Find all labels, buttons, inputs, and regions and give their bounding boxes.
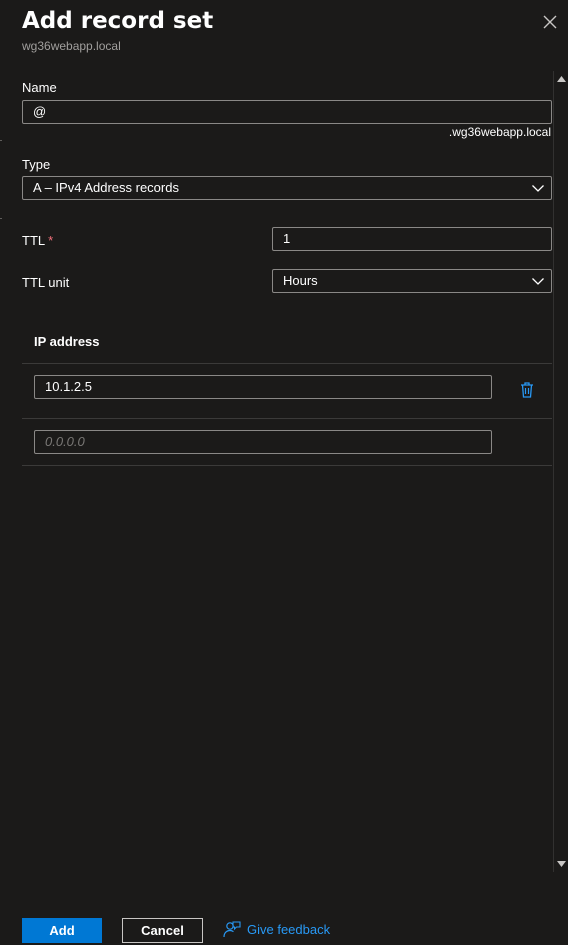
close-icon (543, 15, 557, 29)
panel-title: Add record set (22, 8, 214, 34)
chevron-down-icon (532, 278, 544, 285)
close-button[interactable] (540, 12, 560, 32)
zone-suffix: .wg36webapp.local (448, 125, 551, 139)
add-record-set-panel: Add record set wg36webapp.local Name @ .… (0, 0, 568, 945)
ttl-unit-label: TTL unit (22, 275, 70, 290)
type-label: Type (22, 157, 51, 172)
give-feedback-label: Give feedback (247, 922, 331, 937)
edge-mark (0, 218, 2, 219)
feedback-person-icon (223, 921, 241, 938)
table-divider (22, 363, 552, 364)
ip-address-column-header: IP address (34, 334, 100, 349)
scroll-up-icon[interactable] (557, 75, 566, 84)
panel-subtitle: wg36webapp.local (22, 39, 121, 53)
give-feedback-link[interactable]: Give feedback (222, 921, 330, 938)
type-select[interactable]: A – IPv4 Address records (22, 176, 552, 200)
ip-address-input[interactable]: 10.1.2.5 (34, 375, 492, 399)
new-ip-address-input[interactable]: 0.0.0.0 (34, 430, 492, 454)
ttl-label: TTL * (22, 233, 53, 248)
cancel-button[interactable]: Cancel (122, 918, 203, 943)
vertical-scrollbar[interactable] (553, 71, 568, 872)
ttl-input[interactable]: 1 (272, 227, 552, 251)
ttl-unit-select-value: Hours (283, 273, 318, 288)
ttl-label-text: TTL (22, 233, 46, 248)
table-divider (22, 465, 552, 466)
table-divider (22, 418, 552, 419)
delete-row-button[interactable] (519, 381, 535, 399)
chevron-down-icon (532, 185, 544, 192)
scroll-down-icon[interactable] (557, 859, 566, 868)
required-marker: * (48, 233, 54, 248)
name-input[interactable]: @ (22, 100, 552, 124)
name-label: Name (22, 80, 57, 95)
trash-icon (521, 382, 533, 398)
add-button[interactable]: Add (22, 918, 102, 943)
ttl-unit-select[interactable]: Hours (272, 269, 552, 293)
edge-mark (0, 140, 2, 141)
type-select-value: A – IPv4 Address records (33, 180, 179, 195)
